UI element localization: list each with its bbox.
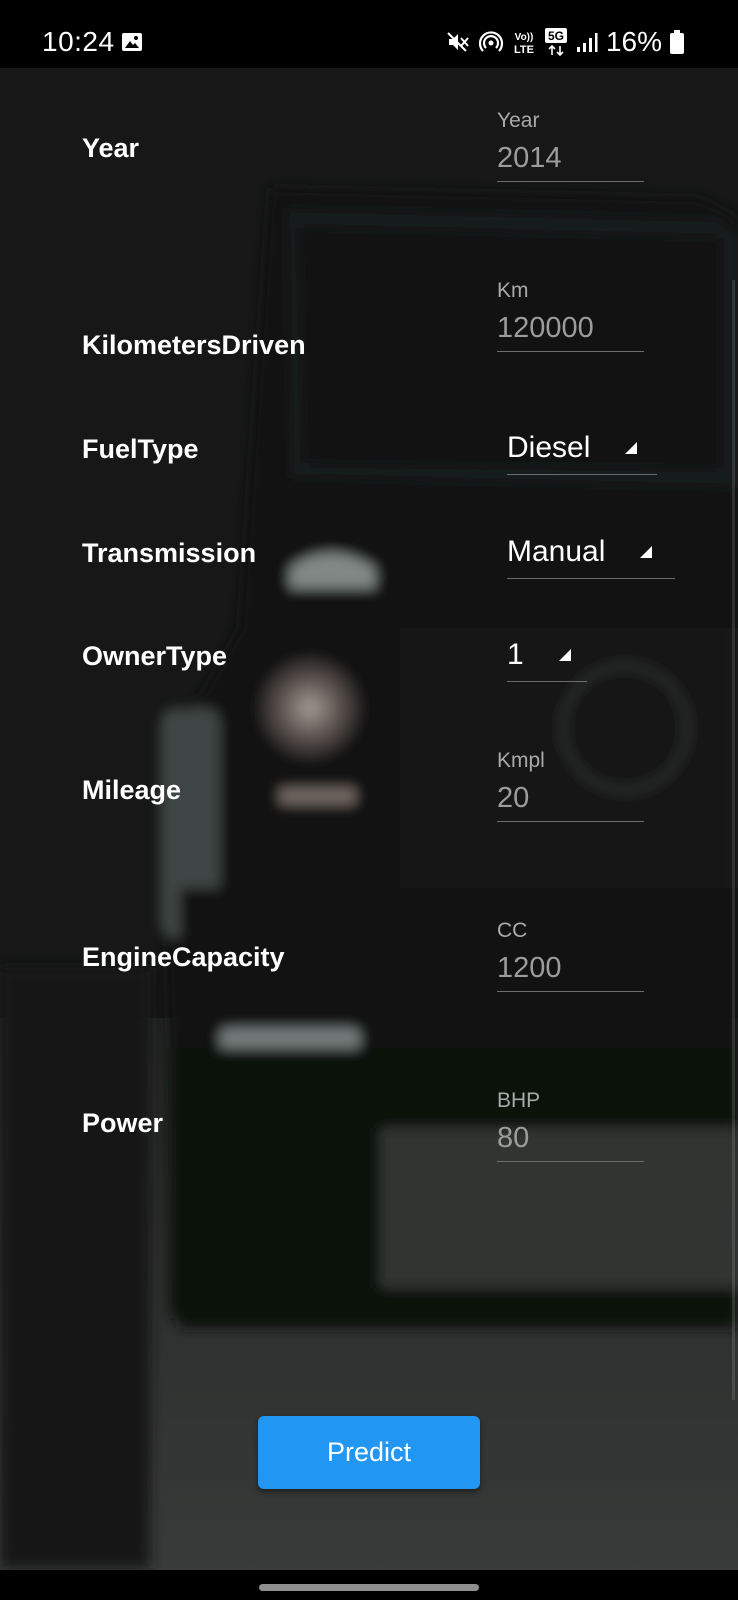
year-field[interactable]: Year 2014 <box>497 108 644 182</box>
battery-icon <box>670 30 684 54</box>
year-hint: Year <box>497 109 540 132</box>
gallery-icon <box>121 32 143 52</box>
network-type: 5G <box>548 29 564 43</box>
year-input[interactable]: 2014 <box>497 139 644 177</box>
transmission-dropdown[interactable]: Manual <box>507 526 675 579</box>
kilometers-input[interactable]: 120000 <box>497 309 644 347</box>
mileage-underline <box>497 821 644 822</box>
dropdown-arrow-icon <box>640 546 653 558</box>
kilometers-underline <box>497 351 644 352</box>
transmission-label: Transmission <box>82 538 257 568</box>
mileage-label: Mileage <box>82 775 182 805</box>
ownertype-label: OwnerType <box>82 641 228 671</box>
mileage-hint: Kmpl <box>497 749 545 772</box>
kilometers-hint: Km <box>497 279 529 302</box>
engine-field[interactable]: CC 1200 <box>497 918 644 992</box>
ownertype-value: 1 <box>507 638 524 671</box>
power-label: Power <box>82 1108 164 1138</box>
dropdown-arrow-icon <box>625 442 638 454</box>
kilometers-field[interactable]: Km 120000 <box>497 278 644 352</box>
status-icons: Vo)) LTE 5G 16% <box>446 24 684 60</box>
power-field[interactable]: BHP 80 <box>497 1088 644 1162</box>
status-time: 10:24 <box>42 26 115 57</box>
ownertype-dropdown[interactable]: 1 <box>507 629 587 682</box>
power-hint: BHP <box>497 1089 541 1112</box>
volte-icon: Vo)) LTE <box>512 28 536 56</box>
volte-top-text: Vo)) <box>515 32 534 43</box>
mileage-field[interactable]: Kmpl 20 <box>497 748 644 822</box>
hotspot-icon <box>478 29 504 55</box>
volte-bottom-text: LTE <box>514 44 534 56</box>
power-input[interactable]: 80 <box>497 1119 644 1157</box>
mileage-input[interactable]: 20 <box>497 779 644 817</box>
prediction-form: Year Year 2014 KilometersDriven Km 12000… <box>0 68 738 1570</box>
fueltype-value: Diesel <box>507 431 591 464</box>
power-underline <box>497 1161 644 1162</box>
app-screen: 10:24 Vo)) LTE 5G 16% Year Year 2014 Kil… <box>0 0 738 1600</box>
dropdown-arrow-icon <box>558 649 571 661</box>
engine-input[interactable]: 1200 <box>497 949 644 987</box>
kilometers-label: KilometersDriven <box>82 330 306 360</box>
5g-icon: 5G <box>544 27 568 57</box>
mute-icon <box>446 30 470 54</box>
fueltype-dropdown[interactable]: Diesel <box>507 422 657 475</box>
engine-hint: CC <box>497 919 528 942</box>
home-gesture-handle[interactable] <box>259 1584 479 1591</box>
battery-percent: 16% <box>605 26 662 57</box>
engine-underline <box>497 991 644 992</box>
predict-button[interactable]: Predict <box>258 1416 480 1489</box>
transmission-value: Manual <box>507 535 606 568</box>
engine-label: EngineCapacity <box>82 942 285 972</box>
signal-icon <box>576 31 598 53</box>
fueltype-label: FuelType <box>82 434 199 464</box>
year-label: Year <box>82 133 140 163</box>
year-underline <box>497 181 644 182</box>
status-bar: 10:24 Vo)) LTE 5G 16% <box>0 0 738 68</box>
